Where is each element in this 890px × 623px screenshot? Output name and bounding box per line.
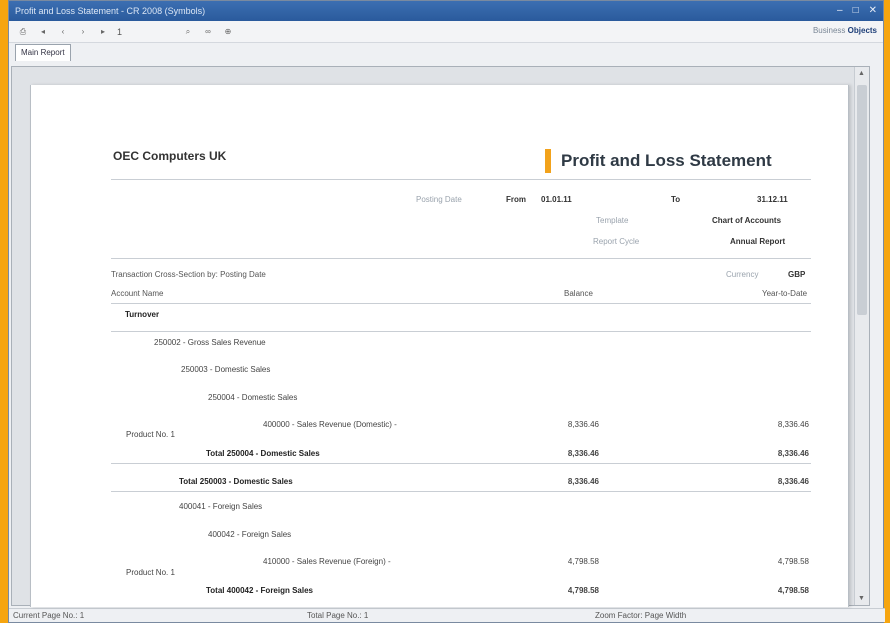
balance-cell: 4,798.58 bbox=[567, 557, 599, 566]
currency-value: GBP bbox=[788, 270, 806, 279]
report-cycle-label: Report Cycle bbox=[593, 237, 640, 246]
binoculars-icon[interactable]: ∞ bbox=[202, 26, 214, 38]
scroll-down-icon[interactable]: ▼ bbox=[858, 595, 865, 602]
title-accent-bar bbox=[545, 149, 551, 173]
account-row: 250004 - Domestic Sales bbox=[208, 393, 298, 402]
divider bbox=[111, 303, 811, 304]
ytd-cell: 8,336.46 bbox=[777, 420, 809, 429]
export-icon[interactable]: ⎙ bbox=[17, 26, 29, 38]
account-row: 400000 - Sales Revenue (Domestic) - bbox=[263, 420, 397, 429]
ytd-cell: 8,336.46 bbox=[777, 477, 809, 486]
column-header-ytd: Year-to-Date bbox=[762, 289, 808, 298]
to-value: 31.12.11 bbox=[757, 195, 788, 204]
column-header-account: Account Name bbox=[111, 289, 164, 298]
template-label: Template bbox=[596, 216, 629, 225]
report-title: Profit and Loss Statement bbox=[561, 151, 772, 170]
from-value: 01.01.11 bbox=[541, 195, 572, 204]
balance-cell: 8,336.46 bbox=[567, 449, 599, 458]
zoom-icon[interactable]: ⊕ bbox=[222, 26, 234, 38]
section-turnover: Turnover bbox=[125, 310, 160, 319]
product-label: Product No. 1 bbox=[126, 430, 175, 439]
minimize-button[interactable]: – bbox=[837, 1, 843, 21]
divider bbox=[111, 463, 811, 464]
total-row: Total 250003 - Domestic Sales bbox=[179, 477, 293, 486]
title-bar: Profit and Loss Statement - CR 2008 (Sym… bbox=[9, 1, 883, 21]
total-row: Total 250004 - Domestic Sales bbox=[206, 449, 320, 458]
toolbar: ⎙ ◂ ‹ › ▸ 1 ⌕ ∞ ⊕ Business Objects bbox=[9, 21, 883, 43]
divider bbox=[111, 491, 811, 492]
account-row: 400042 - Foreign Sales bbox=[208, 530, 292, 539]
scrollbar-thumb[interactable] bbox=[857, 85, 867, 315]
cross-section-label: Transaction Cross-Section by: Posting Da… bbox=[111, 270, 266, 279]
currency-label: Currency bbox=[726, 270, 759, 279]
from-label: From bbox=[506, 195, 526, 204]
report-cycle-value: Annual Report bbox=[730, 237, 786, 246]
divider bbox=[111, 258, 811, 259]
account-row: 250002 - Gross Sales Revenue bbox=[154, 338, 266, 347]
maximize-button[interactable]: □ bbox=[853, 1, 859, 21]
status-zoom-factor: Zoom Factor: Page Width bbox=[595, 611, 687, 620]
tab-strip: Main Report bbox=[9, 43, 883, 61]
last-page-icon[interactable]: ▸ bbox=[97, 26, 109, 38]
vertical-scrollbar[interactable]: ▲ ▼ bbox=[854, 67, 869, 605]
ytd-cell: 8,336.46 bbox=[777, 449, 809, 458]
next-page-icon[interactable]: › bbox=[77, 26, 89, 38]
balance-cell: 4,798.58 bbox=[567, 586, 599, 595]
divider bbox=[111, 179, 811, 180]
first-page-icon[interactable]: ◂ bbox=[37, 26, 49, 38]
ytd-cell: 4,798.58 bbox=[777, 557, 809, 566]
template-value: Chart of Accounts bbox=[712, 216, 782, 225]
balance-cell: 8,336.46 bbox=[567, 420, 599, 429]
product-label: Product No. 1 bbox=[126, 568, 175, 577]
scroll-up-icon[interactable]: ▲ bbox=[858, 70, 865, 77]
brand-logo: Business Objects bbox=[812, 26, 877, 35]
divider bbox=[111, 331, 811, 332]
column-header-balance: Balance bbox=[564, 289, 593, 298]
search-icon[interactable]: ⌕ bbox=[182, 26, 194, 38]
status-total-page: Total Page No.: 1 bbox=[307, 611, 369, 620]
tab-main-report[interactable]: Main Report bbox=[15, 44, 71, 61]
account-row: 250003 - Domestic Sales bbox=[181, 365, 271, 374]
account-row: 410000 - Sales Revenue (Foreign) - bbox=[263, 557, 391, 566]
to-label: To bbox=[671, 195, 681, 204]
account-row: 400041 - Foreign Sales bbox=[179, 502, 263, 511]
previous-page-icon[interactable]: ‹ bbox=[57, 26, 69, 38]
posting-date-label: Posting Date bbox=[416, 195, 462, 204]
page-number-field[interactable]: 1 bbox=[117, 27, 122, 37]
balance-cell: 8,336.46 bbox=[567, 477, 599, 486]
report-page: OEC Computers UK Profit and Loss Stateme… bbox=[30, 85, 849, 607]
ytd-cell: 4,798.58 bbox=[777, 586, 809, 595]
report-viewer[interactable]: OEC Computers UK Profit and Loss Stateme… bbox=[11, 66, 870, 607]
close-button[interactable]: ✕ bbox=[869, 1, 877, 21]
status-current-page: Current Page No.: 1 bbox=[13, 611, 85, 620]
status-bar: Current Page No.: 1 Total Page No.: 1 Zo… bbox=[9, 608, 885, 622]
window-title: Profit and Loss Statement - CR 2008 (Sym… bbox=[15, 6, 206, 16]
company-name: OEC Computers UK bbox=[113, 149, 227, 163]
total-row: Total 400042 - Foreign Sales bbox=[206, 586, 314, 595]
